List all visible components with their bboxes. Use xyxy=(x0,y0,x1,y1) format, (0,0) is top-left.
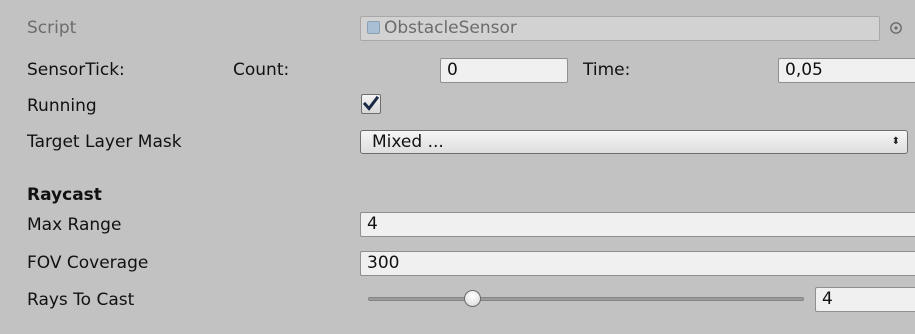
target-layer-mask-dropdown[interactable]: Mixed ... ⬍ xyxy=(360,130,908,154)
inspector-panel: Script ObstacleSensor SensorTick: Count:… xyxy=(0,0,915,334)
running-checkbox[interactable] xyxy=(361,94,381,114)
count-label: Count: xyxy=(233,60,290,80)
object-picker-icon[interactable] xyxy=(889,21,903,35)
checkmark-icon xyxy=(362,95,380,111)
raycast-header: Raycast xyxy=(27,185,102,205)
script-field[interactable]: ObstacleSensor xyxy=(360,16,880,41)
script-label: Script xyxy=(27,18,77,38)
target-layer-mask-label: Target Layer Mask xyxy=(27,132,182,152)
sensor-tick-label: SensorTick: xyxy=(27,60,125,80)
fov-coverage-label: FOV Coverage xyxy=(27,253,149,273)
rays-to-cast-slider-thumb[interactable] xyxy=(464,290,482,307)
time-field[interactable]: 0,05 xyxy=(778,58,915,83)
rays-to-cast-label: Rays To Cast xyxy=(27,290,135,310)
rays-to-cast-field[interactable]: 4 xyxy=(815,287,915,312)
target-layer-mask-value: Mixed ... xyxy=(372,132,444,152)
dropdown-arrows-icon: ⬍ xyxy=(891,136,900,147)
running-label: Running xyxy=(27,96,97,116)
rays-to-cast-slider-track[interactable] xyxy=(368,297,804,301)
max-range-label: Max Range xyxy=(27,215,122,235)
fov-coverage-field[interactable]: 300 xyxy=(360,251,915,276)
script-file-icon xyxy=(367,21,380,34)
script-value: ObstacleSensor xyxy=(384,18,517,38)
count-field[interactable]: 0 xyxy=(440,58,568,83)
max-range-field[interactable]: 4 xyxy=(360,212,915,237)
time-label: Time: xyxy=(583,60,631,80)
